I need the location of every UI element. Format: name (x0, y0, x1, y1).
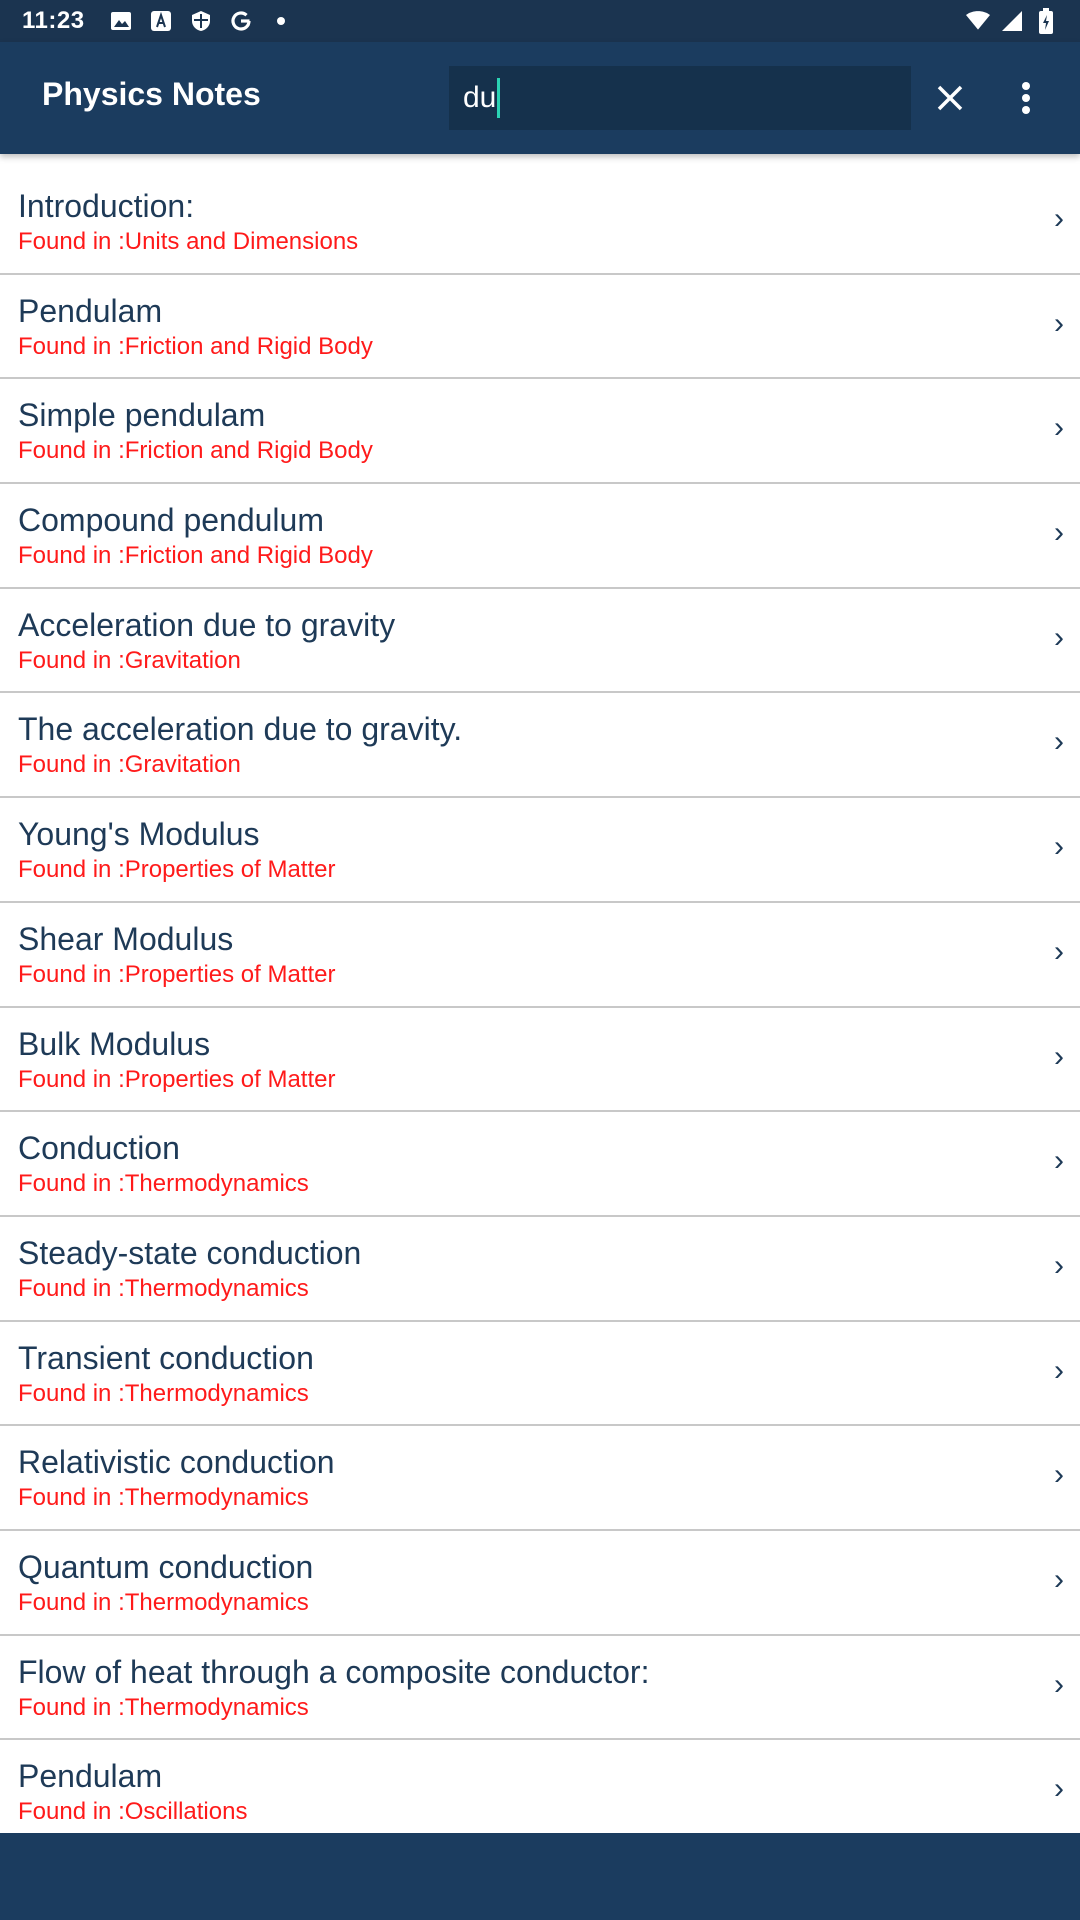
result-item[interactable]: Young's Modulus Found in :Properties of M… (0, 798, 1080, 903)
result-item[interactable]: Bulk Modulus Found in :Properties of Matt… (0, 1008, 1080, 1113)
search-query[interactable]: du (463, 81, 496, 115)
search-input[interactable]: du (449, 66, 911, 130)
result-title: Conduction (18, 1130, 180, 1167)
result-item[interactable]: Introduction: Found in :Units and Dimensi… (0, 170, 1080, 275)
result-found-in: Found in :Properties of Matter (18, 1065, 336, 1093)
chevron-right-icon: › (1054, 516, 1064, 550)
result-title: The acceleration due to gravity. (18, 711, 463, 748)
app-bar: Physics Notes du (0, 42, 1080, 154)
dot-icon (269, 9, 293, 33)
chevron-right-icon: › (1054, 1144, 1064, 1178)
result-item[interactable]: Simple pendulam Found in :Friction and Ri… (0, 379, 1080, 485)
overflow-menu-button[interactable] (1000, 68, 1052, 128)
bottom-bar (0, 1833, 1080, 1920)
result-item[interactable]: Pendulam Found in :Oscillations › (0, 1740, 1080, 1845)
image-icon (109, 9, 133, 33)
chevron-right-icon: › (1054, 934, 1064, 968)
result-item[interactable]: Relativistic conduction Found in :Thermod… (0, 1426, 1080, 1531)
app-title: Physics Notes (42, 76, 261, 112)
result-item[interactable]: Flow of heat through a composite conduct… (0, 1636, 1080, 1741)
chevron-right-icon: › (1054, 725, 1064, 759)
result-title: Young's Modulus (18, 816, 260, 853)
result-item[interactable]: Steady-state conduction Found in :Thermod… (0, 1217, 1080, 1322)
result-item[interactable]: The acceleration due to gravity. Found in… (0, 693, 1080, 799)
status-bar: 11:23 (0, 0, 1080, 42)
result-found-in: Found in :Thermodynamics (18, 1693, 309, 1721)
result-title: Relativistic conduction (18, 1444, 335, 1481)
result-found-in: Found in :Friction and Rigid Body (18, 437, 373, 465)
result-item[interactable]: Conduction Found in :Thermodynamics › (0, 1112, 1080, 1217)
result-title: Transient conduction (18, 1339, 314, 1376)
chevron-right-icon: › (1054, 1667, 1064, 1701)
result-found-in: Found in :Thermodynamics (18, 1379, 309, 1407)
result-found-in: Found in :Properties of Matter (18, 960, 336, 988)
chevron-right-icon: › (1054, 306, 1064, 340)
result-found-in: Found in :Friction and Rigid Body (18, 332, 373, 360)
chevron-right-icon: › (1054, 1772, 1064, 1806)
chevron-right-icon: › (1054, 1458, 1064, 1492)
wifi-icon (966, 9, 990, 33)
chevron-right-icon: › (1054, 620, 1064, 654)
result-title: Pendulam (18, 292, 163, 329)
signal-icon (1000, 9, 1024, 33)
shield-icon (189, 9, 213, 33)
result-item[interactable]: Pendulam Found in :Friction and Rigid Bod… (0, 275, 1080, 380)
status-time: 11:23 (22, 7, 85, 34)
system-icons (966, 8, 1058, 34)
result-found-in: Found in :Properties of Matter (18, 856, 336, 884)
chevron-right-icon: › (1054, 1353, 1064, 1387)
result-title: Shear Modulus (18, 920, 234, 957)
chevron-right-icon: › (1054, 1248, 1064, 1282)
result-found-in: Found in :Thermodynamics (18, 1484, 309, 1512)
result-item[interactable]: Quantum conduction Found in :Thermodynami… (0, 1531, 1080, 1636)
chevron-right-icon: › (1054, 1562, 1064, 1596)
text-cursor (497, 78, 501, 118)
close-icon (937, 85, 963, 111)
result-title: Simple pendulam (18, 397, 266, 434)
result-title: Bulk Modulus (18, 1025, 211, 1062)
result-found-in: Found in :Units and Dimensions (18, 228, 359, 255)
result-title: Compound pendulum (18, 502, 324, 539)
result-item[interactable]: Transient conduction Found in :Thermodyna… (0, 1322, 1080, 1427)
search-results-list: Introduction: Found in :Units and Dimensi… (0, 170, 1080, 1845)
result-found-in: Found in :Gravitation (18, 646, 241, 674)
battery-icon (1034, 8, 1058, 34)
result-item[interactable]: Compound pendulum Found in :Friction and … (0, 484, 1080, 589)
result-title: Steady-state conduction (18, 1234, 362, 1271)
result-found-in: Found in :Friction and Rigid Body (18, 542, 373, 570)
result-found-in: Found in :Gravitation (18, 751, 241, 779)
chevron-right-icon: › (1054, 202, 1064, 235)
result-item[interactable]: Shear Modulus Found in :Properties of Mat… (0, 903, 1080, 1008)
result-found-in: Found in :Thermodynamics (18, 1274, 309, 1302)
clear-search-button[interactable] (920, 68, 980, 128)
result-title: Introduction: (18, 188, 195, 224)
result-found-in: Found in :Thermodynamics (18, 1170, 309, 1198)
result-found-in: Found in :Oscillations (18, 1798, 248, 1826)
chevron-right-icon: › (1054, 830, 1064, 864)
google-icon (229, 9, 253, 33)
chevron-right-icon: › (1054, 1039, 1064, 1073)
more-vert-icon (1022, 82, 1030, 114)
result-title: Flow of heat through a composite conduct… (18, 1653, 650, 1690)
result-title: Quantum conduction (18, 1548, 314, 1585)
notification-icons (109, 9, 293, 33)
result-item[interactable]: Acceleration due to gravity Found in :Gra… (0, 589, 1080, 694)
result-found-in: Found in :Thermodynamics (18, 1588, 309, 1616)
result-title: Pendulam (18, 1758, 163, 1795)
font-icon (149, 9, 173, 33)
chevron-right-icon: › (1054, 411, 1064, 445)
result-title: Acceleration due to gravity (18, 606, 396, 643)
